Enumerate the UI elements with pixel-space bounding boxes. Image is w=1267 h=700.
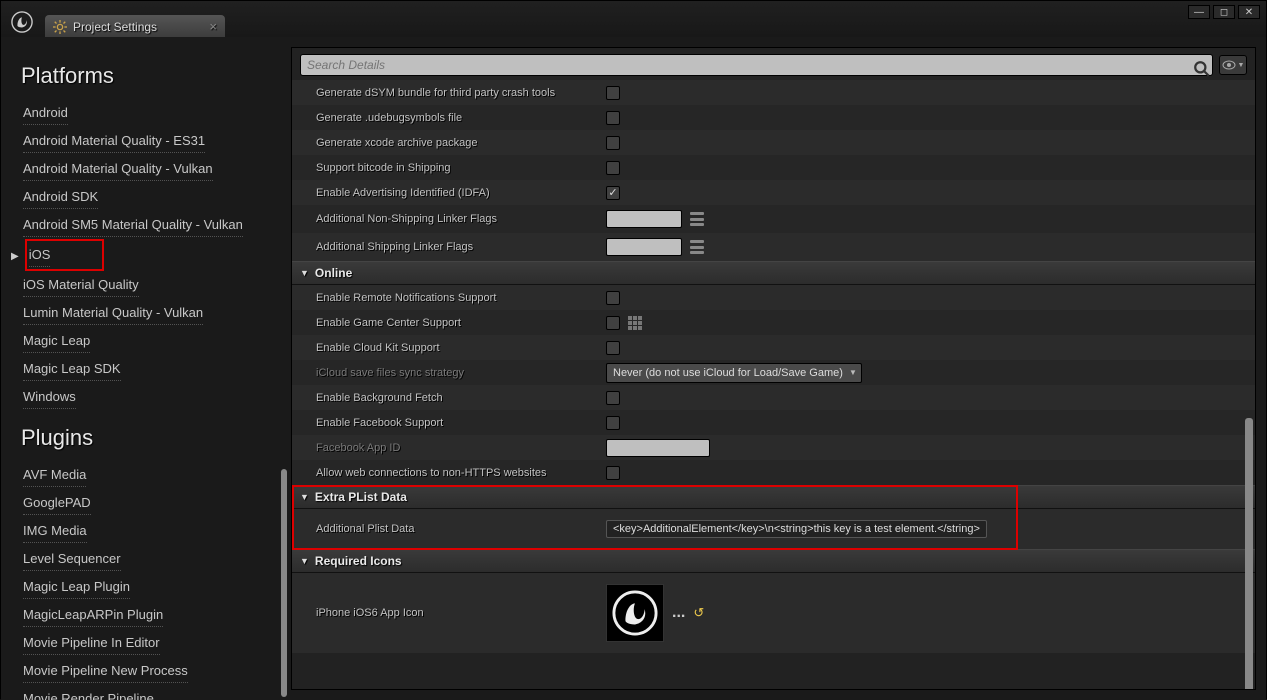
triangle-down-icon: ▼: [300, 268, 309, 278]
text-input[interactable]: [606, 210, 682, 228]
sidebar-item[interactable]: Windows: [23, 385, 76, 409]
sidebar-item[interactable]: Android SM5 Material Quality - Vulkan: [23, 213, 243, 237]
checkbox[interactable]: [606, 86, 620, 100]
row-label: Generate xcode archive package: [292, 137, 602, 149]
chevron-right-icon: ▶: [11, 251, 19, 262]
project-settings-window: Project Settings × — ◻ ✕ Platforms Andro…: [0, 0, 1267, 699]
checkbox[interactable]: [606, 316, 620, 330]
section-extra-plist[interactable]: ▼ Extra PList Data: [292, 485, 1255, 509]
chevron-down-icon: ▼: [1238, 62, 1245, 69]
checkbox[interactable]: [606, 291, 620, 305]
row-label: Additional Shipping Linker Flags: [292, 241, 602, 253]
sidebar-item[interactable]: Movie Render Pipeline: [23, 687, 154, 700]
titlebar: Project Settings × — ◻ ✕: [1, 1, 1266, 37]
checkbox[interactable]: [606, 391, 620, 405]
checkbox[interactable]: [606, 136, 620, 150]
sidebar-item[interactable]: Android Material Quality - Vulkan: [23, 157, 213, 181]
sidebar-item[interactable]: AVF Media: [23, 463, 86, 487]
checkbox[interactable]: [606, 416, 620, 430]
row-label: Enable Remote Notifications Support: [292, 292, 602, 304]
search-icon: [1193, 60, 1211, 78]
sidebar-item[interactable]: Movie Pipeline In Editor: [23, 631, 160, 655]
plist-data-input[interactable]: <key>AdditionalElement</key>\n<string>th…: [606, 520, 987, 538]
section-icons-label: Required Icons: [315, 554, 402, 568]
row-label: Enable Game Center Support: [292, 317, 602, 329]
row-label: Additional Plist Data: [292, 523, 602, 535]
sidebar-item[interactable]: Android Material Quality - ES31: [23, 129, 205, 153]
sidebar-item[interactable]: Magic Leap SDK: [23, 357, 121, 381]
checkbox[interactable]: [606, 341, 620, 355]
search-input[interactable]: [300, 54, 1213, 76]
reset-icon[interactable]: ↺: [693, 605, 704, 621]
row-label: Additional Non-Shipping Linker Flags: [292, 213, 602, 225]
view-options-dropdown[interactable]: ▼: [1219, 55, 1247, 75]
triangle-down-icon: ▼: [300, 556, 309, 566]
maximize-button[interactable]: ◻: [1213, 5, 1235, 19]
checkbox[interactable]: [606, 161, 620, 175]
minimize-button[interactable]: —: [1188, 5, 1210, 19]
sidebar-item[interactable]: Android: [23, 101, 68, 125]
sidebar-heading-platforms: Platforms: [21, 63, 281, 89]
sidebar-item[interactable]: GooglePAD: [23, 491, 91, 515]
array-edit-icon[interactable]: [690, 212, 704, 226]
row-label: Generate .udebugsymbols file: [292, 112, 602, 124]
tab-project-settings[interactable]: Project Settings ×: [45, 15, 225, 39]
checkbox[interactable]: [606, 186, 620, 200]
eye-icon: [1222, 60, 1236, 70]
row-label: Generate dSYM bundle for third party cra…: [292, 87, 602, 99]
row-label: Enable Facebook Support: [292, 417, 602, 429]
window-buttons: — ◻ ✕: [1188, 5, 1260, 19]
section-required-icons[interactable]: ▼ Required Icons: [292, 549, 1255, 573]
close-button[interactable]: ✕: [1238, 5, 1260, 19]
sidebar-item[interactable]: Magic Leap: [23, 329, 90, 353]
row-label: Allow web connections to non-HTTPS websi…: [292, 467, 602, 479]
text-input[interactable]: [606, 439, 710, 457]
sidebar-heading-plugins: Plugins: [21, 425, 281, 451]
triangle-down-icon: ▼: [300, 492, 309, 502]
browse-button[interactable]: ...: [672, 604, 685, 622]
unreal-logo-icon: [7, 7, 37, 37]
app-icon-preview[interactable]: [606, 584, 664, 642]
checkbox[interactable]: [606, 111, 620, 125]
row-label: iCloud save files sync strategy: [292, 367, 602, 379]
sidebar-scrollbar[interactable]: [281, 469, 287, 697]
tab-label: Project Settings: [73, 20, 157, 34]
text-input[interactable]: [606, 238, 682, 256]
grid-icon[interactable]: [628, 316, 642, 330]
sidebar-item[interactable]: Lumin Material Quality - Vulkan: [23, 301, 203, 325]
section-plist-label: Extra PList Data: [315, 490, 407, 504]
tab-close-button[interactable]: ×: [209, 19, 217, 34]
row-label: Enable Cloud Kit Support: [292, 342, 602, 354]
section-online-label: Online: [315, 266, 352, 280]
sidebar-item[interactable]: Magic Leap Plugin: [23, 575, 130, 599]
row-label: iPhone iOS6 App Icon: [292, 607, 602, 619]
row-label: Facebook App ID: [292, 442, 602, 454]
array-edit-icon[interactable]: [690, 240, 704, 254]
sidebar: Platforms Android Android Material Qualit…: [1, 37, 291, 700]
details-panel: ▼ Generate dSYM bundle for third party c…: [291, 47, 1256, 690]
sidebar-item[interactable]: MagicLeapARPin Plugin: [23, 603, 163, 627]
row-label: Enable Advertising Identified (IDFA): [292, 187, 602, 199]
sidebar-item[interactable]: IMG Media: [23, 519, 87, 543]
section-online[interactable]: ▼ Online: [292, 261, 1255, 285]
gear-icon: [53, 20, 67, 34]
row-label: Enable Background Fetch: [292, 392, 602, 404]
sidebar-item[interactable]: iOS Material Quality: [23, 273, 139, 297]
dropdown[interactable]: Never (do not use iCloud for Load/Save G…: [606, 363, 862, 383]
sidebar-item[interactable]: Movie Pipeline New Process: [23, 659, 188, 683]
sidebar-item[interactable]: Level Sequencer: [23, 547, 121, 571]
checkbox[interactable]: [606, 466, 620, 480]
row-label: Support bitcode in Shipping: [292, 162, 602, 174]
sidebar-item-ios[interactable]: iOS: [29, 243, 51, 267]
details-scrollbar[interactable]: [1245, 418, 1253, 689]
sidebar-item[interactable]: Android SDK: [23, 185, 98, 209]
